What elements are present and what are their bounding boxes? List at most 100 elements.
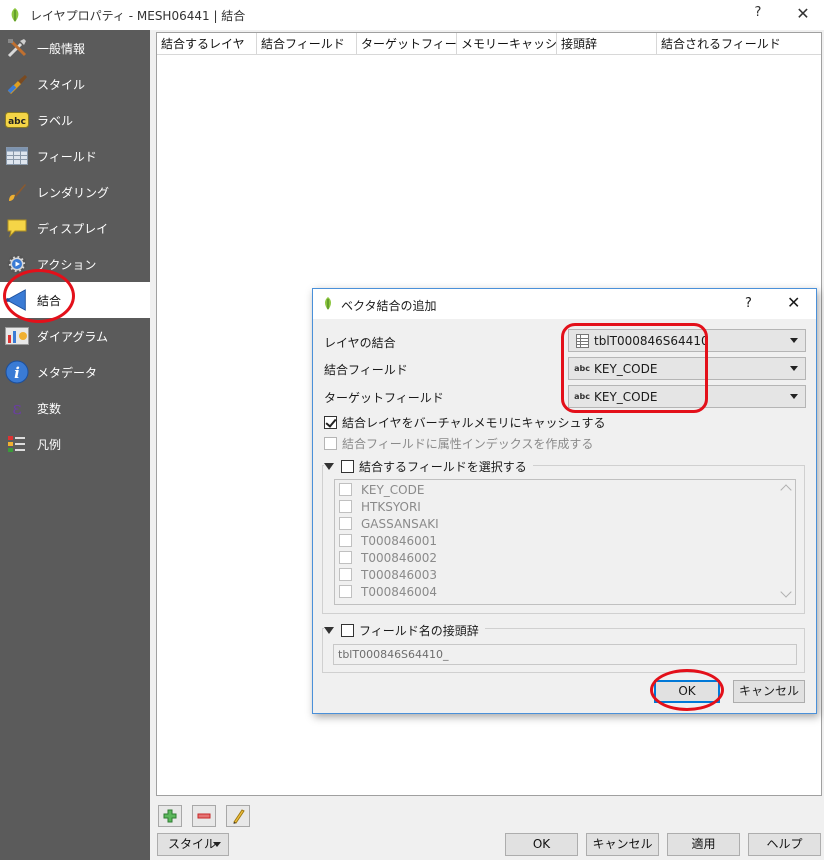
field-type-badge: abc — [574, 364, 590, 373]
sidebar-item-rendering[interactable]: レンダリング — [0, 174, 150, 210]
column-header-memory-cache[interactable]: メモリーキャッシュ — [457, 33, 557, 55]
sidebar-item-joins[interactable]: 結合 — [0, 282, 150, 318]
svg-text:ɛ: ɛ — [12, 398, 21, 419]
list-item-label: T000846002 — [361, 550, 438, 565]
add-vector-join-dialog: ベクタ結合の追加 ? ✕ レイヤの結合 tblT000846S64410 結合フ… — [312, 288, 817, 714]
list-item-checkbox[interactable] — [339, 568, 352, 581]
chevron-down-icon — [213, 842, 221, 847]
dialog-cancel-button[interactable]: キャンセル — [733, 680, 805, 703]
list-item-label: T000846003 — [361, 567, 438, 582]
list-item-label: T000846001 — [361, 533, 438, 548]
sidebar-item-diagrams[interactable]: ダイアグラム — [0, 318, 150, 354]
scroll-down-icon[interactable] — [780, 586, 792, 598]
sidebar-item-label: メタデータ — [37, 365, 98, 380]
sidebar-item-variables[interactable]: ɛ 変数 — [0, 390, 150, 426]
list-scrollbar[interactable] — [778, 480, 795, 604]
target-field-combo[interactable]: abc KEY_CODE — [568, 385, 806, 408]
tools-icon — [5, 36, 29, 60]
list-item[interactable]: T000846004 — [339, 583, 437, 600]
list-item[interactable]: KEY_CODE — [339, 481, 424, 498]
sidebar-item-labels[interactable]: abc ラベル — [0, 102, 150, 138]
speech-bubble-icon — [5, 216, 29, 240]
column-header-target-field[interactable]: ターゲットフィールド — [357, 33, 457, 55]
sidebar-item-label: スタイル — [37, 77, 86, 92]
join-field-combo[interactable]: abc KEY_CODE — [568, 357, 806, 380]
field-prefix-input[interactable]: tblT000846S64410_ — [333, 644, 797, 665]
sidebar-item-label: レンダリング — [37, 185, 110, 200]
column-header-joined-fields[interactable]: 結合されるフィールド — [657, 33, 821, 55]
sidebar-item-style[interactable]: スタイル — [0, 66, 150, 102]
sidebar-item-actions[interactable]: アクション — [0, 246, 150, 282]
sidebar-item-fields[interactable]: フィールド — [0, 138, 150, 174]
svg-text:i: i — [14, 364, 20, 382]
properties-sidebar: 一般情報 スタイル abc ラベル フィールド レンダリング ディスプレイ アク… — [0, 30, 150, 860]
joined-fields-list[interactable]: KEY_CODE HTKSYORI GASSANSAKI T000846001 … — [334, 479, 796, 605]
dialog-help-button[interactable]: ? — [745, 296, 752, 311]
help-button[interactable]: ヘルプ — [748, 833, 821, 856]
join-layer-label: レイヤの結合 — [324, 336, 396, 350]
list-item-label: HTKSYORI — [361, 499, 421, 514]
diagram-icon — [5, 324, 29, 348]
join-field-value: KEY_CODE — [594, 361, 658, 376]
join-field-label: 結合フィールド — [324, 363, 408, 377]
column-header-join-layer[interactable]: 結合するレイヤ — [157, 33, 257, 55]
svg-text:abc: abc — [8, 117, 26, 127]
cache-join-layer-label: 結合レイヤをバーチャルメモリにキャッシュする — [342, 416, 606, 430]
list-item-checkbox[interactable] — [339, 500, 352, 513]
select-fields-label: 結合するフィールドを選択する — [359, 460, 527, 474]
collapse-triangle-icon[interactable] — [324, 627, 334, 634]
window-close-button[interactable]: ✕ — [792, 4, 814, 26]
list-item-label: KEY_CODE — [361, 482, 425, 497]
legend-icon — [5, 432, 29, 456]
cancel-button[interactable]: キャンセル — [586, 833, 659, 856]
field-prefix-checkbox[interactable] — [341, 624, 354, 637]
remove-join-button[interactable] — [192, 805, 216, 827]
column-header-prefix[interactable]: 接頭辞 — [557, 33, 657, 55]
dialog-ok-button[interactable]: OK — [654, 680, 720, 703]
add-join-button[interactable] — [158, 805, 182, 827]
sidebar-item-label: ディスプレイ — [37, 221, 109, 236]
list-item-checkbox[interactable] — [339, 517, 352, 530]
scroll-up-icon[interactable] — [780, 484, 792, 496]
sidebar-item-label: ダイアグラム — [37, 329, 109, 344]
list-item[interactable]: T000846001 — [339, 532, 437, 549]
sidebar-item-label: アクション — [37, 257, 97, 272]
chevron-down-icon — [790, 366, 798, 371]
list-item[interactable]: GASSANSAKI — [339, 515, 439, 532]
list-item[interactable]: T000846003 — [339, 566, 437, 583]
style-menu-button[interactable]: スタイル — [157, 833, 229, 856]
list-item-checkbox[interactable] — [339, 483, 352, 496]
abc-label-icon: abc — [5, 108, 29, 132]
list-item-checkbox[interactable] — [339, 534, 352, 547]
window-title: レイヤプロパティ - MESH06441 | 結合 — [30, 9, 246, 23]
cache-join-layer-checkbox[interactable]: 結合レイヤをバーチャルメモリにキャッシュする — [324, 414, 606, 431]
edit-join-button[interactable] — [226, 805, 250, 827]
target-field-value: KEY_CODE — [594, 389, 658, 404]
list-item[interactable]: T000846002 — [339, 549, 437, 566]
collapse-triangle-icon[interactable] — [324, 463, 334, 470]
join-layer-combo[interactable]: tblT000846S64410 — [568, 329, 806, 352]
list-item-checkbox[interactable] — [339, 585, 352, 598]
window-help-button[interactable]: ? — [748, 5, 768, 25]
table-layer-icon — [574, 333, 590, 348]
select-fields-checkbox[interactable] — [341, 460, 354, 473]
list-item-checkbox[interactable] — [339, 551, 352, 564]
ok-button[interactable]: OK — [505, 833, 578, 856]
column-header-join-field[interactable]: 結合フィールド — [257, 33, 357, 55]
checkbox-checked[interactable] — [324, 416, 337, 429]
sidebar-item-legend[interactable]: 凡例 — [0, 426, 150, 462]
sidebar-item-label: 一般情報 — [37, 41, 86, 56]
qgis-leaf-icon — [325, 297, 331, 310]
select-fields-group-header[interactable]: 結合するフィールドを選択する — [324, 458, 533, 475]
list-item[interactable]: HTKSYORI — [339, 498, 421, 515]
sidebar-item-label: 凡例 — [37, 437, 62, 452]
sidebar-item-metadata[interactable]: i メタデータ — [0, 354, 150, 390]
info-icon: i — [5, 360, 29, 384]
sidebar-item-general[interactable]: 一般情報 — [0, 30, 150, 66]
join-arrow-icon — [5, 288, 29, 312]
apply-button[interactable]: 適用 — [667, 833, 740, 856]
dialog-close-button[interactable]: ✕ — [787, 293, 800, 312]
sidebar-item-display[interactable]: ディスプレイ — [0, 210, 150, 246]
field-prefix-group-header[interactable]: フィールド名の接頭辞 — [324, 622, 485, 639]
field-type-badge: abc — [574, 392, 590, 401]
